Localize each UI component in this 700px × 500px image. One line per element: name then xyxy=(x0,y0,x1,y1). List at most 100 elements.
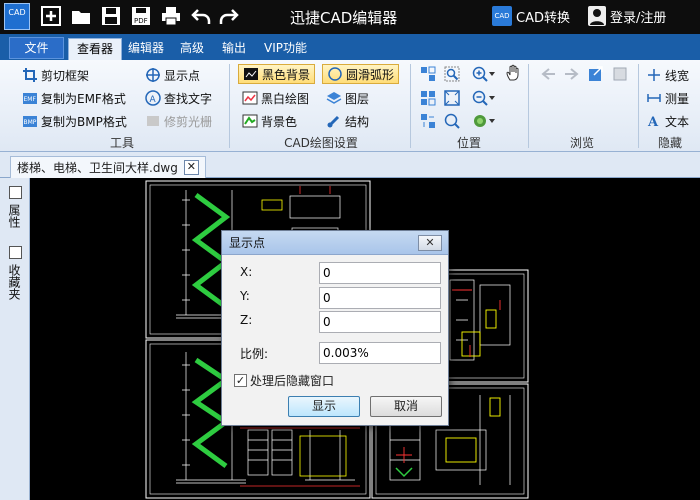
trim-raster-label: 修剪光栅 xyxy=(164,114,213,129)
tab-viewer[interactable]: 查看器 xyxy=(68,38,123,60)
copy-bmp-label: 复制为BMP格式 xyxy=(41,114,127,129)
login-label: 登录/注册 xyxy=(610,10,667,26)
zoom-real-icon[interactable] xyxy=(444,113,460,129)
forward-arrow-icon[interactable] xyxy=(564,66,580,82)
tab-output[interactable]: 输出 xyxy=(214,38,254,60)
find-text-label: 查找文字 xyxy=(164,91,213,106)
layers-label: 图层 xyxy=(345,91,370,106)
save-pdf-icon[interactable]: PDF xyxy=(130,5,154,29)
smooth-arc-button[interactable]: 圆滑弧形 xyxy=(322,64,400,84)
show-point-dialog: 显示点 ✕ X: 0 Y: 0 Z: 0 比例: 0.003% ✓ 处理后隐藏窗… xyxy=(221,230,449,426)
save-icon[interactable] xyxy=(100,5,124,29)
measure-icon xyxy=(647,94,661,102)
copy-emf-button[interactable]: EMF 复制为EMF格式 xyxy=(22,88,126,108)
smooth-arc-label: 圆滑弧形 xyxy=(346,67,395,82)
bmp-icon: BMP xyxy=(23,116,37,127)
z-label: Z: xyxy=(240,313,253,327)
document-tab-strip: 楼梯、电梯、卫生间大样.dwg ✕ xyxy=(0,152,700,178)
app-logo-icon[interactable]: CAD xyxy=(4,3,30,30)
svg-text:A: A xyxy=(150,95,157,105)
properties-tab[interactable]: 属性 xyxy=(7,204,23,228)
open-folder-icon[interactable] xyxy=(70,5,94,29)
dropdown-arrow-icon[interactable] xyxy=(488,117,496,125)
find-text-button[interactable]: A 查找文字 xyxy=(145,88,212,108)
orbit-icon[interactable] xyxy=(472,113,488,129)
new-file-icon[interactable] xyxy=(40,5,64,29)
back-arrow-icon[interactable] xyxy=(540,66,556,82)
side-panel: 属性 收藏夹 xyxy=(0,178,30,500)
crop-frame-button[interactable]: 剪切框架 xyxy=(22,65,89,85)
linewidth-toggle[interactable]: 线宽 xyxy=(646,65,689,85)
dialog-title: 显示点 xyxy=(229,236,266,250)
prev-view-icon[interactable] xyxy=(420,113,436,129)
zoom-window-icon[interactable] xyxy=(420,66,436,82)
svg-text:PDF: PDF xyxy=(134,17,148,25)
trim-raster-button[interactable]: 修剪光栅 xyxy=(145,111,212,131)
bw-drawing-button[interactable]: 黑白绘图 xyxy=(242,88,309,108)
zoom-area-icon[interactable] xyxy=(444,66,460,82)
document-tab[interactable]: 楼梯、电梯、卫生间大样.dwg ✕ xyxy=(10,156,206,178)
favorites-icon xyxy=(9,246,22,259)
black-background-label: 黑色背景 xyxy=(262,67,311,82)
copy-bmp-button[interactable]: BMP 复制为BMP格式 xyxy=(22,111,127,131)
undo-icon[interactable] xyxy=(190,5,214,29)
redo-icon[interactable] xyxy=(218,5,242,29)
tab-editor[interactable]: 编辑器 xyxy=(120,38,172,60)
cad-convert-button[interactable]: CAD CAD转换 xyxy=(492,6,570,26)
bw-drawing-label: 黑白绘图 xyxy=(261,91,310,106)
print-icon[interactable] xyxy=(160,5,184,29)
group-label-cad-settings: CAD绘图设置 xyxy=(284,136,358,150)
measure-toggle[interactable]: 测量 xyxy=(646,88,689,108)
favorites-tab[interactable]: 收藏夹 xyxy=(7,264,23,300)
text-toggle[interactable]: A 文本 xyxy=(646,111,689,131)
tab-file[interactable]: 文件 xyxy=(9,37,64,59)
layers-button[interactable]: 图层 xyxy=(326,88,369,108)
group-label-tools: 工具 xyxy=(109,136,134,150)
cancel-button[interactable]: 取消 xyxy=(370,396,442,417)
y-input[interactable]: 0 xyxy=(319,287,441,309)
group-label-hide: 隐藏 xyxy=(657,136,682,150)
z-input[interactable]: 0 xyxy=(319,311,441,333)
page-icon[interactable] xyxy=(612,66,628,82)
scale-input[interactable]: 0.003% xyxy=(319,342,441,364)
group-separator xyxy=(229,64,230,148)
structure-button[interactable]: 结构 xyxy=(326,111,369,131)
background-color-button[interactable]: 背景色 xyxy=(242,111,297,131)
user-icon xyxy=(588,6,606,26)
x-input[interactable]: 0 xyxy=(319,262,441,284)
svg-text:BMP: BMP xyxy=(24,119,37,126)
group-label-position: 位置 xyxy=(456,136,481,150)
fit-page-icon[interactable] xyxy=(420,90,436,106)
hide-after-checkbox[interactable]: ✓ 处理后隐藏窗口 xyxy=(234,372,334,389)
dropdown-arrow-icon[interactable] xyxy=(488,94,496,102)
close-tab-icon[interactable]: ✕ xyxy=(183,160,199,175)
fit-extents-icon[interactable] xyxy=(444,90,460,106)
text-icon: A xyxy=(647,115,659,129)
crop-frame-label: 剪切框架 xyxy=(41,68,90,83)
background-color-icon xyxy=(242,114,258,128)
app-title: 迅捷CAD编辑器 xyxy=(290,9,398,27)
tab-vip[interactable]: VIP功能 xyxy=(256,38,315,60)
scale-label: 比例: xyxy=(240,347,269,361)
group-separator xyxy=(638,64,639,148)
black-background-button[interactable]: 黑色背景 xyxy=(238,64,316,84)
checkbox-check-icon[interactable]: ✓ xyxy=(234,374,247,387)
tab-advanced[interactable]: 高级 xyxy=(172,38,212,60)
measure-label: 测量 xyxy=(665,91,690,106)
dialog-title-bar[interactable]: 显示点 ✕ xyxy=(222,231,448,255)
pan-hand-icon[interactable] xyxy=(505,64,523,82)
group-separator xyxy=(410,64,411,148)
close-icon[interactable]: ✕ xyxy=(418,235,442,251)
show-point-button[interactable]: 显示点 xyxy=(145,65,200,85)
show-button[interactable]: 显示 xyxy=(288,396,360,417)
login-button[interactable]: 登录/注册 xyxy=(588,6,666,26)
text-label: 文本 xyxy=(665,114,690,129)
crop-icon xyxy=(23,68,37,82)
dropdown-arrow-icon[interactable] xyxy=(488,70,496,78)
export-page-icon[interactable] xyxy=(588,66,604,82)
zoom-in-icon[interactable] xyxy=(472,66,488,82)
layers-icon xyxy=(326,92,342,104)
properties-icon xyxy=(9,186,22,199)
zoom-out-icon[interactable] xyxy=(472,90,488,106)
y-label: Y: xyxy=(240,289,250,303)
